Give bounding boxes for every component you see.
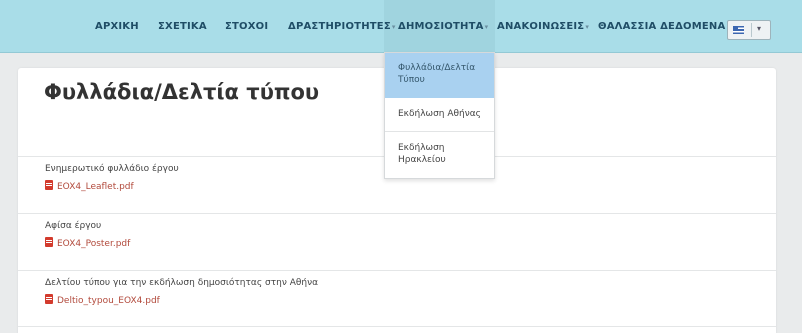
pdf-icon [45, 237, 53, 247]
dropdown-item-label: Φυλλάδια/Δελτία [398, 63, 476, 73]
dropdown-item-label: Ηρακλείου [398, 155, 446, 165]
nav-item-label: ΔΡΑΣΤΗΡΙΟΤΗΤΕΣ [288, 21, 391, 32]
document-label: Δελτίου τύπου για την εκδήλωση δημοσιότη… [45, 278, 319, 288]
pdf-icon [45, 180, 53, 190]
divider [751, 23, 752, 37]
nav-item-label: ΣΤΟΧΟΙ [225, 21, 269, 32]
nav-item-activities[interactable]: ΔΡΑΣΤΗΡΙΟΤΗΤΕΣ▾ [288, 21, 396, 32]
pdf-filename: EOX4_Poster.pdf [57, 239, 131, 249]
divider [18, 270, 776, 271]
nav-item-marine-data[interactable]: ΘΑΛΑΣΣΙΑ ΔΕΔΟΜΕΝΑ [598, 21, 725, 32]
dropdown-item-athens-event[interactable]: Εκδήλωση Αθήνας [385, 108, 494, 128]
pdf-link[interactable]: EOX4_Poster.pdf [45, 237, 130, 249]
nav-item-label: ΑΡΧΙΚΗ [95, 21, 139, 32]
page-title: Φυλλάδια/Δελτία τύπου [44, 80, 320, 104]
nav-item-announcements[interactable]: ΑΝΑΚΟΙΝΩΣΕΙΣ▾ [497, 21, 589, 32]
pdf-link[interactable]: EOX4_Leaflet.pdf [45, 180, 134, 192]
top-navbar: ΑΡΧΙΚΗ ΣΧΕΤΙΚΑ ΣΤΟΧΟΙ ΔΡΑΣΤΗΡΙΟΤΗΤΕΣ▾ ΔΗ… [0, 0, 802, 53]
nav-item-about[interactable]: ΣΧΕΤΙΚΑ [158, 21, 207, 32]
nav-item-home[interactable]: ΑΡΧΙΚΗ [95, 21, 139, 32]
language-selector[interactable]: ▾ [727, 20, 771, 40]
dropdown-item-brochures[interactable]: Φυλλάδια/Δελτία Τύπου [385, 53, 494, 98]
nav-item-publicity[interactable]: ΔΗΜΟΣΙΟΤΗΤΑ▾ [398, 21, 488, 32]
pdf-link[interactable]: Deltio_typou_EOX4.pdf [45, 294, 160, 306]
pdf-icon [45, 294, 53, 304]
nav-item-label: ΣΧΕΤΙΚΑ [158, 21, 207, 32]
nav-item-label: ΔΗΜΟΣΙΟΤΗΤΑ [398, 21, 484, 32]
dropdown-item-heraklion-event[interactable]: Εκδήλωση Ηρακλείου [385, 142, 494, 170]
document-label: Αφίσα έργου [45, 221, 102, 231]
nav-item-label: ΘΑΛΑΣΣΙΑ ΔΕΔΟΜΕΝΑ [598, 21, 726, 32]
divider [18, 213, 776, 214]
pdf-filename: EOX4_Leaflet.pdf [57, 182, 134, 192]
divider [18, 326, 776, 327]
dropdown-item-label: Εκδήλωση [398, 143, 445, 153]
pdf-filename: Deltio_typou_EOX4.pdf [57, 296, 160, 306]
dropdown-item-label: Τύπου [398, 75, 425, 85]
dropdown-item-label: Εκδήλωση Αθήνας [398, 109, 481, 119]
chevron-down-icon: ▾ [757, 24, 762, 33]
divider [385, 131, 494, 132]
nav-item-goals[interactable]: ΣΤΟΧΟΙ [225, 21, 268, 32]
chevron-down-icon: ▾ [585, 23, 590, 31]
chevron-down-icon: ▾ [484, 23, 489, 31]
chevron-down-icon: ▾ [391, 23, 396, 31]
greek-flag-icon [733, 26, 744, 34]
publicity-dropdown-menu: Φυλλάδια/Δελτία Τύπου Εκδήλωση Αθήνας Εκ… [384, 52, 495, 179]
nav-item-label: ΑΝΑΚΟΙΝΩΣΕΙΣ [497, 21, 585, 32]
document-label: Ενημερωτικό φυλλάδιο έργου [45, 164, 179, 174]
